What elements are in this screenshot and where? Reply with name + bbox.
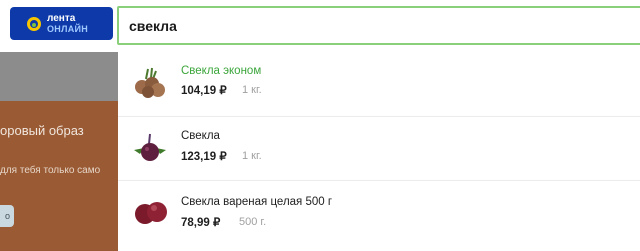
logo-line2: ОНЛАЙН xyxy=(47,23,89,34)
beets-bunch-icon xyxy=(135,67,165,98)
beet-with-leaves-icon xyxy=(134,133,166,161)
suggestion-item[interactable]: Свекла вареная целая 500 г 78,99 ₽ 500 г… xyxy=(118,180,640,244)
suggestion-name[interactable]: Свекла эконом xyxy=(181,65,261,77)
search-input[interactable] xyxy=(119,8,640,43)
suggestion-price: 78,99 ₽ xyxy=(181,217,221,229)
suggestion-item[interactable]: Свекла 123,19 ₽ 1 кг. xyxy=(118,116,640,180)
promo-button[interactable]: о xyxy=(0,205,14,227)
logo-text: лента ОНЛАЙН xyxy=(47,12,89,34)
suggestion-unit: 500 г. xyxy=(239,216,267,228)
suggestion-unit: 1 кг. xyxy=(242,150,262,162)
suggestion-price: 104,19 ₽ xyxy=(181,85,227,97)
search-suggestions-dropdown: Свекла эконом 104,19 ₽ 1 кг. Свекла 123,… xyxy=(118,52,640,251)
suggestion-item[interactable]: Свекла эконом 104,19 ₽ 1 кг. xyxy=(118,52,640,116)
boiled-beets-icon xyxy=(135,202,167,224)
promo-banner: оровый образ для тебя только само о xyxy=(0,101,118,251)
site-header: лента ОНЛАЙН xyxy=(0,0,640,52)
lenta-logo[interactable]: лента ОНЛАЙН xyxy=(10,7,113,40)
promo-subtitle: для тебя только само xyxy=(0,165,101,176)
logo-line1: лента xyxy=(47,12,76,24)
suggestion-price: 123,19 ₽ xyxy=(181,151,227,163)
lenta-logo-icon xyxy=(27,16,41,31)
suggestion-unit: 1 кг. xyxy=(242,84,262,96)
suggestion-name[interactable]: Свекла вареная целая 500 г xyxy=(181,196,332,208)
promo-title: оровый образ xyxy=(0,123,84,138)
suggestion-name[interactable]: Свекла xyxy=(181,130,220,142)
search-box[interactable] xyxy=(117,6,640,45)
